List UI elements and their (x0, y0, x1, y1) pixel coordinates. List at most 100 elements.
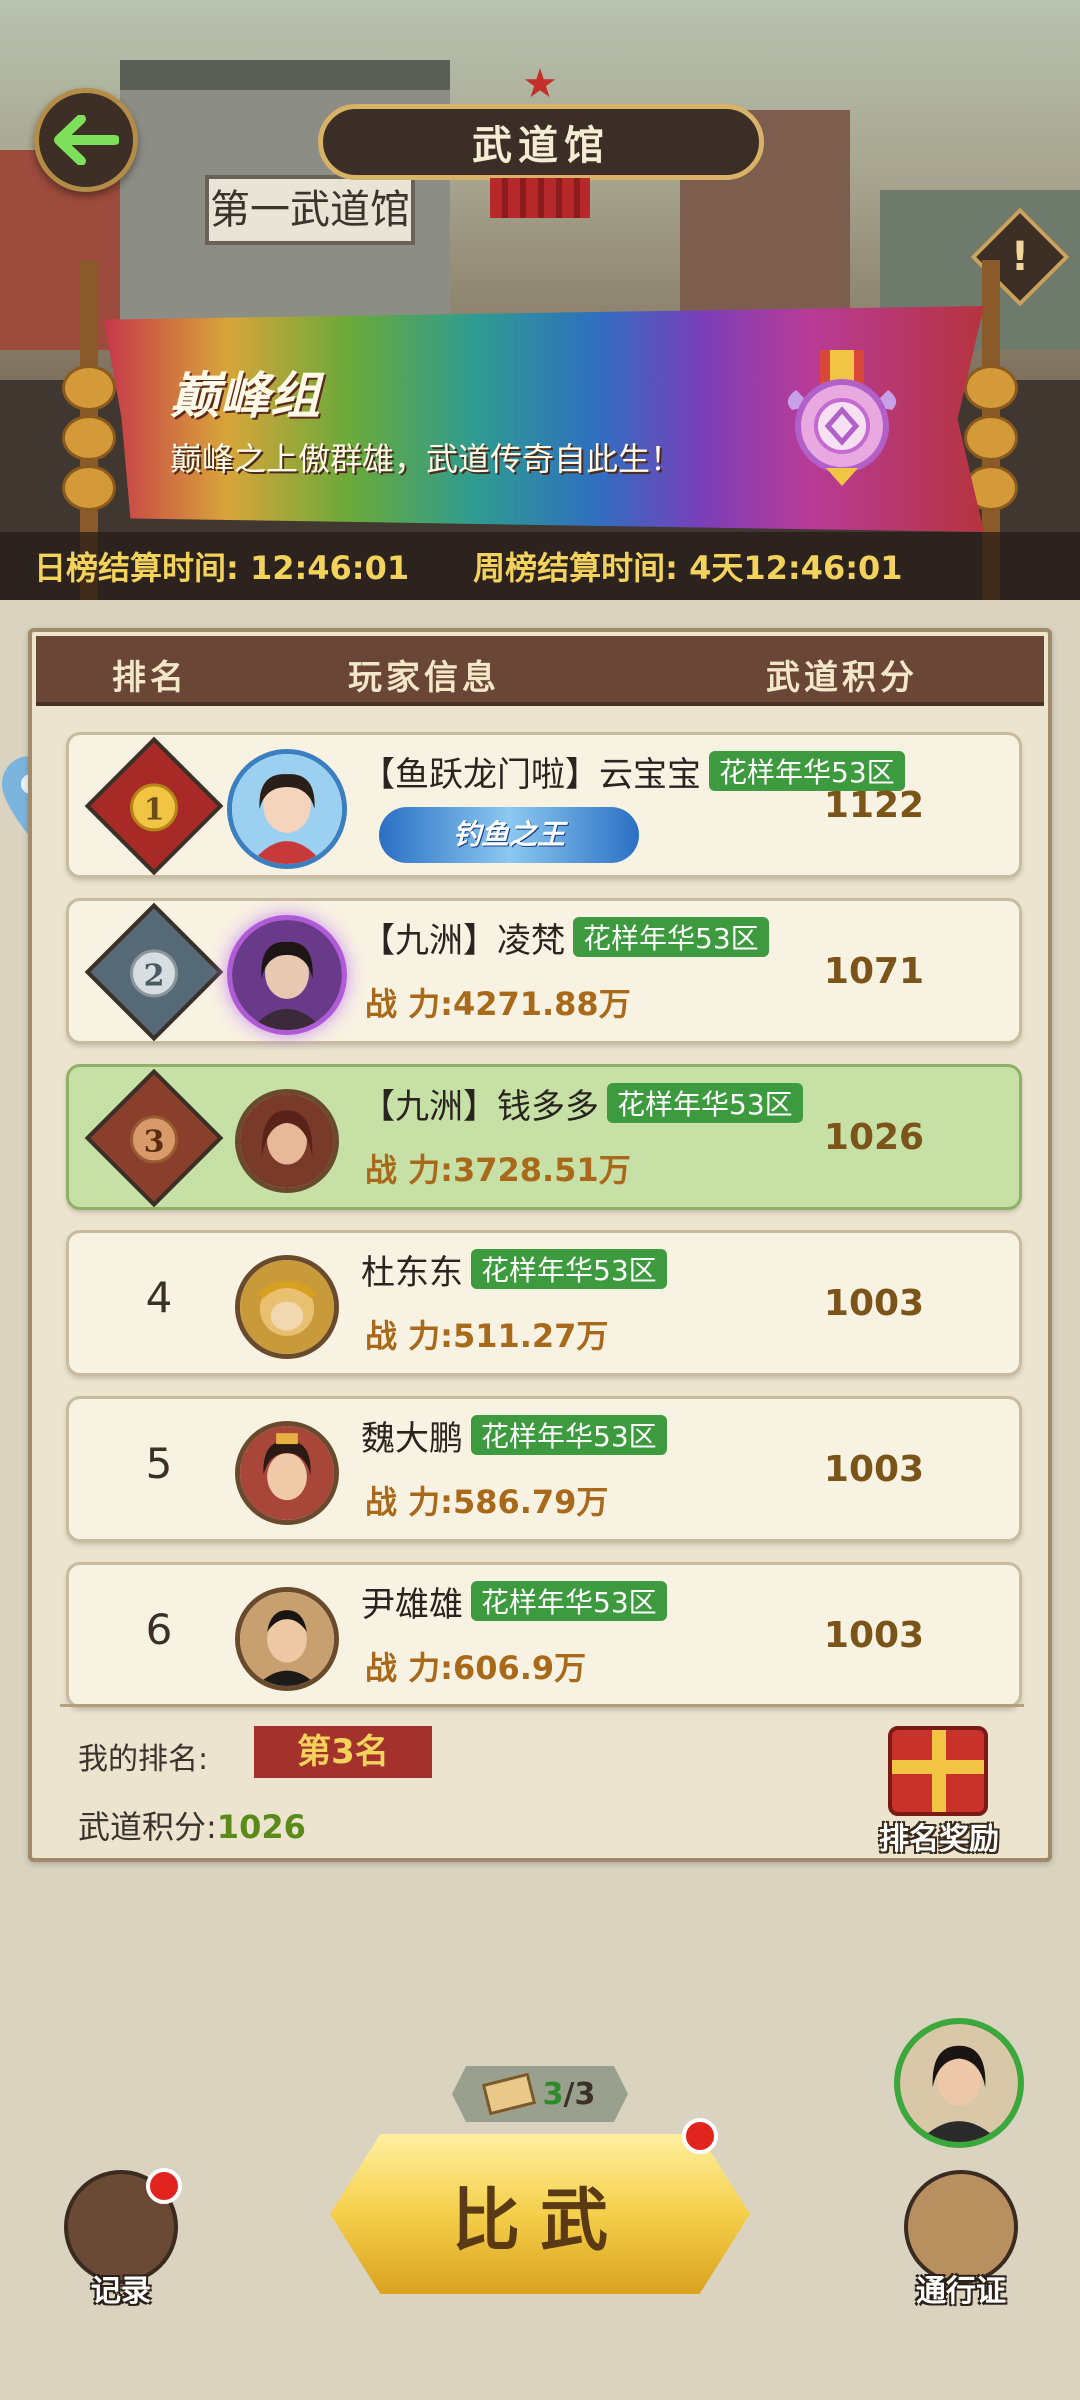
pass-label: 通行证 (916, 2274, 1006, 2309)
pole-knob (964, 365, 1018, 411)
player-portrait-icon (240, 1426, 334, 1520)
player-name: 【九洲】钱多多 (361, 1087, 599, 1127)
notification-dot (682, 2118, 718, 2154)
divider (60, 1704, 1024, 1707)
server-tag: 花样年华53区 (471, 1415, 667, 1455)
player-score: 1003 (823, 1449, 925, 1490)
pass-button[interactable]: 通行证 (896, 2170, 1026, 2320)
player-name-line: 【九洲】钱多多 花样年华53区 (361, 1079, 803, 1128)
rank-reward-button[interactable]: 排名奖励 (874, 1726, 1004, 1857)
pole-knob (964, 415, 1018, 461)
ticket-count: 3/3 (543, 2077, 596, 2112)
leaderboard-panel: 排名 玩家信息 武道积分 1 【鱼跃龙门啦】云宝宝 花样年华53区 钓鱼之王 11… (28, 628, 1052, 1862)
my-score-line: 武道积分:1026 (78, 1802, 306, 1848)
player-name-line: 尹雄雄 花样年华53区 (361, 1577, 667, 1626)
player-score: 1026 (823, 1117, 925, 1158)
fight-button[interactable]: 比武 (330, 2134, 750, 2294)
challenge-ticket-counter: 3/3 (452, 2066, 628, 2122)
player-portrait-icon (232, 754, 342, 864)
my-rank-label: 我的排名: (78, 1742, 209, 1777)
title-badge: 钓鱼之王 (379, 807, 639, 863)
settlement-timer-bar: 日榜结算时间: 12:46:01 周榜结算时间: 4天12:46:01 (0, 532, 1080, 600)
server-tag: 花样年华53区 (607, 1083, 803, 1123)
rank-badge-gold: 1 (84, 736, 224, 876)
column-header-rank: 排名 (112, 658, 188, 698)
player-name: 【九洲】凌梵 (361, 921, 565, 961)
avatar[interactable] (227, 915, 347, 1035)
server-tag: 花样年华53区 (573, 917, 769, 957)
avatar[interactable] (235, 1089, 339, 1193)
rank-coin: 1 (130, 783, 178, 832)
player-name: 魏大鹏 (361, 1419, 463, 1459)
player-score: 1003 (823, 1283, 925, 1324)
player-name-line: 魏大鹏 花样年华53区 (361, 1411, 667, 1460)
back-button[interactable] (34, 88, 138, 192)
rank-badge-silver: 2 (84, 902, 224, 1042)
rank-reward-label: 排名奖励 (879, 1822, 999, 1857)
pole-knob (62, 465, 116, 511)
player-portrait-icon (240, 1094, 334, 1188)
player-name: 杜东东 (361, 1253, 463, 1293)
column-header-player: 玩家信息 (348, 658, 500, 698)
leaderboard-header: 排名 玩家信息 武道积分 (36, 636, 1044, 706)
player-name: 尹雄雄 (361, 1585, 463, 1625)
rank-coin: 3 (130, 1115, 178, 1164)
player-score: 1122 (823, 785, 925, 826)
leaderboard-row[interactable]: 1 【鱼跃龙门啦】云宝宝 花样年华53区 钓鱼之王 1122 (66, 732, 1022, 878)
tier-subtitle: 巅峰之上傲群雄，武道传奇自此生！ (170, 440, 683, 478)
leaderboard-row[interactable]: 6 尹雄雄 花样年华53区 战 力:606.9万 1003 (66, 1562, 1022, 1708)
avatar[interactable] (235, 1255, 339, 1359)
my-rank-value: 第3名 (254, 1726, 432, 1778)
ticket-total: /3 (563, 2076, 596, 2112)
fight-button-label: 比武 (451, 2181, 628, 2261)
gift-icon (888, 1726, 988, 1816)
page-title: 武道馆 (318, 104, 764, 180)
star-ornament-icon: ★ (522, 61, 558, 107)
server-tag: 花样年华53区 (471, 1581, 667, 1621)
leaderboard-row[interactable]: 4 杜东东 花样年华53区 战 力:511.27万 1003 (66, 1230, 1022, 1376)
player-portrait-icon (232, 920, 342, 1030)
player-score: 1071 (823, 951, 925, 992)
title-tassel-ornament (490, 178, 590, 218)
column-header-score: 武道积分 (766, 658, 918, 698)
combat-power: 战 力:3728.51万 (365, 1151, 631, 1189)
hero-portrait-icon (900, 2024, 1018, 2142)
leaderboard-row-current-player[interactable]: 3 【九洲】钱多多 花样年华53区 战 力:3728.51万 1026 (66, 1064, 1022, 1210)
player-name-line: 杜东东 花样年华53区 (361, 1245, 667, 1294)
rank-number: 5 (145, 1439, 173, 1488)
ticket-icon (481, 2072, 536, 2116)
rank-coin: 2 (130, 949, 178, 998)
leaderboard-row[interactable]: 2 【九洲】凌梵 花样年华53区 战 力:4271.88万 1071 (66, 898, 1022, 1044)
weekly-settlement-time: 周榜结算时间: 4天12:46:01 (473, 549, 903, 587)
my-score-label: 武道积分: (78, 1808, 217, 1846)
rank-badge-bronze: 3 (84, 1068, 224, 1208)
record-label: 记录 (91, 2274, 151, 2309)
player-name: 【鱼跃龙门啦】云宝宝 (361, 755, 701, 795)
rank-number: 6 (145, 1605, 173, 1654)
hero-portrait-button[interactable] (894, 2018, 1024, 2148)
player-score: 1003 (823, 1615, 925, 1656)
back-arrow-icon (54, 115, 119, 165)
player-name-line: 【九洲】凌梵 花样年华53区 (361, 913, 769, 962)
daily-settlement-time: 日榜结算时间: 12:46:01 (34, 549, 410, 587)
my-score-value: 1026 (216, 1808, 306, 1846)
player-portrait-icon (240, 1592, 334, 1686)
ticket-current: 3 (542, 2076, 564, 2112)
player-portrait-icon (240, 1260, 334, 1354)
avatar[interactable] (227, 749, 347, 869)
server-tag: 花样年华53区 (471, 1249, 667, 1289)
notification-dot (146, 2168, 182, 2204)
combat-power: 战 力:4271.88万 (365, 985, 631, 1023)
gate-plaque: 第一武道馆 (205, 175, 415, 245)
medal-icon[interactable] (782, 350, 902, 490)
pole-knob (62, 365, 116, 411)
avatar[interactable] (235, 1421, 339, 1525)
combat-power: 战 力:586.79万 (365, 1483, 609, 1521)
pole-knob (62, 415, 116, 461)
tier-title: 巅峰组 (170, 367, 320, 425)
rank-number: 4 (145, 1273, 173, 1322)
combat-power: 战 力:606.9万 (365, 1649, 587, 1687)
avatar[interactable] (235, 1587, 339, 1691)
leaderboard-row[interactable]: 5 魏大鹏 花样年华53区 战 力:586.79万 1003 (66, 1396, 1022, 1542)
combat-power: 战 力:511.27万 (365, 1317, 609, 1355)
